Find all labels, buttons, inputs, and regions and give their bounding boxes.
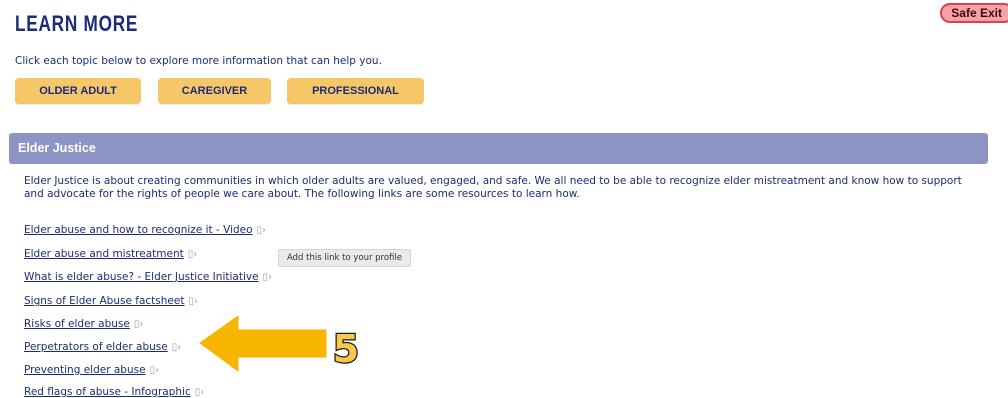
page-title: Learn More [15,11,139,36]
add-to-profile-icon[interactable]: ▯› [150,365,160,376]
add-to-profile-icon[interactable]: ▯› [195,387,205,398]
add-link-tooltip: Add this link to your profile [278,249,412,267]
list-item: Red flags of abuse - Infographic ▯› [24,386,204,398]
topic-button-older-adult[interactable]: OLDER ADULT [15,78,141,104]
list-item: What is elder abuse? - Elder Justice Ini… [24,271,272,283]
resource-link[interactable]: Risks of elder abuse [24,318,130,330]
add-to-profile-icon[interactable]: ▯› [257,225,267,236]
topic-button-professional[interactable]: PROFESSIONAL [287,78,424,104]
list-item: Perpetrators of elder abuse ▯› [24,341,181,353]
section-header[interactable]: Elder Justice [9,133,988,164]
list-item: Preventing elder abuse ▯› [24,364,159,376]
list-item: Elder abuse and mistreatment ▯› [24,248,197,260]
add-to-profile-icon[interactable]: ▯› [263,272,273,283]
topic-button-caregiver[interactable]: CAREGIVER [158,78,271,104]
resource-link[interactable]: Elder abuse and mistreatment [24,248,184,260]
resource-link[interactable]: Signs of Elder Abuse factsheet [24,295,184,307]
add-to-profile-icon[interactable]: ▯› [188,249,198,260]
list-item: Elder abuse and how to recognize it - Vi… [24,224,266,236]
section-title: Elder Justice [18,141,96,155]
safe-exit-button[interactable]: Safe Exit [940,3,1008,23]
resource-link[interactable]: Elder abuse and how to recognize it - Vi… [24,224,253,236]
resource-link[interactable]: Preventing elder abuse [24,364,146,376]
resource-link[interactable]: Red flags of abuse - Infographic [24,386,191,398]
list-item: Signs of Elder Abuse factsheet ▯› [24,295,198,307]
add-to-profile-icon[interactable]: ▯› [134,319,144,330]
step-number: 5 [333,327,359,371]
resource-link[interactable]: Perpetrators of elder abuse [24,341,168,353]
intro-text: Click each topic below to explore more i… [15,55,382,67]
arrow-pointer [199,315,327,372]
section-description: Elder Justice is about creating communit… [24,175,962,200]
add-to-profile-icon[interactable]: ▯› [172,342,182,353]
resource-link[interactable]: What is elder abuse? - Elder Justice Ini… [24,271,259,283]
list-item: Risks of elder abuse ▯› [24,318,143,330]
add-to-profile-icon[interactable]: ▯› [188,296,198,307]
